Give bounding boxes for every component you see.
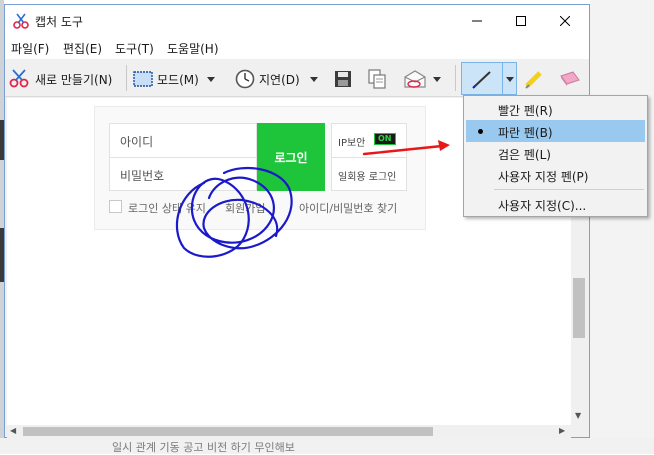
eraser-icon xyxy=(560,71,580,86)
send-snip-button[interactable] xyxy=(403,68,441,90)
horizontal-scroll-thumb[interactable] xyxy=(23,427,433,436)
minimize-icon xyxy=(472,20,482,22)
save-icon xyxy=(335,71,351,87)
highlighter-button[interactable] xyxy=(523,68,545,90)
menu-bar: 파일(F) 편집(E) 도구(T) 도움말(H) xyxy=(5,37,589,59)
menu-item-black-pen[interactable]: 검은 펜(L) xyxy=(466,142,645,164)
copy-icon xyxy=(368,69,386,89)
desktop-background-bottom: 일시 관계 기동 공고 비전 하기 무인해보 xyxy=(0,438,654,454)
chevron-down-icon[interactable] xyxy=(506,77,514,82)
menu-item-customize[interactable]: 사용자 지정(C)... xyxy=(466,193,645,215)
chevron-down-icon xyxy=(206,76,215,82)
new-snip-button[interactable]: 새로 만들기(N) xyxy=(9,68,112,90)
menu-item-red-pen[interactable]: 빨간 펜(R) xyxy=(466,98,645,120)
menu-item-label: 사용자 지정(C)... xyxy=(498,199,587,213)
scissors-app-icon xyxy=(13,13,29,29)
close-button[interactable] xyxy=(543,5,587,37)
scroll-down-icon[interactable]: ▼ xyxy=(575,411,581,420)
rectangle-mode-icon xyxy=(133,71,153,87)
menu-item-label: 검은 펜(L) xyxy=(498,148,551,162)
pen-button[interactable] xyxy=(461,62,517,95)
highlighter-icon xyxy=(525,71,542,89)
save-button[interactable] xyxy=(334,68,352,90)
scroll-left-icon[interactable]: ◀ xyxy=(10,426,16,435)
menu-tools[interactable]: 도구(T) xyxy=(115,40,154,57)
desktop-background-right xyxy=(590,0,654,454)
menu-file[interactable]: 파일(F) xyxy=(11,40,49,57)
pen-dropdown-menu: 빨간 펜(R) 파란 펜(B) 검은 펜(L) 사용자 지정 펜(P) 사용자 … xyxy=(463,95,648,217)
red-arrow-annotation xyxy=(362,140,450,156)
maximize-button[interactable] xyxy=(499,5,543,37)
id-field-label: 아이디 xyxy=(120,135,154,149)
toolbar: 새로 만들기(N) 모드(M) 지연(D) xyxy=(5,59,589,97)
mode-button[interactable]: 모드(M) xyxy=(133,68,215,90)
chevron-down-icon xyxy=(309,76,318,82)
menu-item-label: 파란 펜(B) xyxy=(498,126,553,140)
menu-help[interactable]: 도움말(H) xyxy=(167,40,219,57)
password-field-label: 비밀번호 xyxy=(120,169,165,183)
copy-button[interactable] xyxy=(368,68,386,90)
envelope-icon xyxy=(404,70,426,88)
menu-item-custom-pen[interactable]: 사용자 지정 펜(P) xyxy=(466,164,645,186)
toolbar-separator xyxy=(455,65,456,91)
maximize-icon xyxy=(516,16,526,26)
title-bar[interactable]: 캡처 도구 xyxy=(5,5,589,37)
menu-item-blue-pen[interactable]: 파란 펜(B) xyxy=(466,120,645,142)
scroll-right-icon[interactable]: ▶ xyxy=(559,426,565,435)
pen-icon xyxy=(472,71,491,89)
find-account-link: 아이디/비밀번호 찾기 xyxy=(299,202,398,215)
window-title: 캡처 도구 xyxy=(35,15,83,29)
pen-button-divider xyxy=(502,63,503,94)
mode-label: 모드(M) xyxy=(157,72,199,87)
delay-button[interactable]: 지연(D) xyxy=(235,68,318,90)
menu-edit[interactable]: 편집(E) xyxy=(63,40,102,57)
new-snip-label: 새로 만들기(N) xyxy=(35,72,113,87)
horizontal-scrollbar[interactable]: ◀ ▶ xyxy=(7,425,571,438)
menu-item-label: 빨간 펜(R) xyxy=(498,104,553,118)
selected-bullet-icon xyxy=(478,129,483,134)
eraser-button[interactable] xyxy=(557,68,581,90)
blue-pen-scribble xyxy=(175,166,293,258)
clock-icon xyxy=(235,69,255,89)
toolbar-separator xyxy=(126,65,127,91)
vertical-scroll-thumb[interactable] xyxy=(573,278,585,338)
otp-login-label: 일회용 로그인 xyxy=(338,172,397,183)
chevron-down-icon xyxy=(433,76,441,82)
keep-login-checkbox xyxy=(109,200,122,213)
menu-item-label: 사용자 지정 펜(P) xyxy=(498,170,589,184)
delay-label: 지연(D) xyxy=(259,72,300,87)
close-icon xyxy=(560,16,570,26)
background-text: 일시 관계 기동 공고 비전 하기 무인해보 xyxy=(112,441,295,454)
scissors-icon xyxy=(9,69,29,88)
menu-separator xyxy=(494,189,644,190)
minimize-button[interactable] xyxy=(455,5,499,37)
